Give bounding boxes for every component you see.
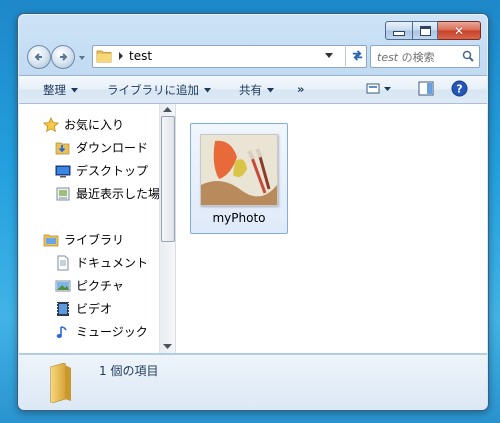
navigation-pane: お気に入り ダウンロード デスクトップ 最近表示した場 ライブラリ ドキュメント…: [19, 104, 159, 353]
maximize-icon: [419, 25, 431, 36]
photo-thumbnail: [200, 134, 278, 206]
nav-scrollbar[interactable]: [159, 104, 175, 353]
organize-button[interactable]: 整理: [43, 82, 78, 98]
nav-desktop-label: デスクトップ: [76, 164, 149, 178]
nav-favorites[interactable]: お気に入り: [43, 116, 124, 133]
details-pane: 1 個の項目: [19, 354, 487, 410]
forward-button[interactable]: [51, 45, 75, 69]
nav-videos-label: ビデオ: [76, 302, 113, 316]
nav-libraries[interactable]: ライブラリ: [43, 231, 124, 248]
search-box[interactable]: test の検索: [370, 45, 480, 68]
command-bar: 整理 ライブラリに追加 共有 » ?: [19, 75, 487, 104]
address-dropdown-icon[interactable]: [325, 53, 333, 59]
documents-icon: [57, 255, 69, 270]
content-area: お気に入り ダウンロード デスクトップ 最近表示した場 ライブラリ ドキュメント…: [19, 104, 487, 353]
forward-arrow-icon: [60, 53, 68, 61]
minimize-icon: [393, 31, 405, 36]
nav-videos[interactable]: ビデオ: [55, 300, 112, 317]
item-count: 1 個の項目: [99, 364, 159, 378]
nav-pictures[interactable]: ピクチャ: [55, 277, 124, 294]
nav-downloads[interactable]: ダウンロード: [55, 139, 148, 156]
videos-icon: [57, 301, 69, 316]
nav-recent-places-label: 最近表示した場所: [76, 187, 159, 201]
search-icon[interactable]: [462, 50, 474, 62]
pictures-icon: [55, 280, 71, 291]
file-name: myPhoto: [212, 211, 266, 225]
music-note-icon: [56, 325, 67, 338]
more-commands-label: »: [297, 82, 305, 96]
paint-brushes-image-icon: [201, 135, 277, 205]
chevron-down-icon: [71, 87, 78, 92]
back-button[interactable]: [27, 45, 51, 69]
recent-pages-chevron-icon[interactable]: [78, 54, 86, 62]
nav-documents-label: ドキュメント: [76, 256, 149, 270]
nav-documents[interactable]: ドキュメント: [55, 254, 148, 271]
file-item[interactable]: myPhoto: [190, 123, 288, 234]
preview-pane-icon: [418, 81, 434, 96]
libraries-icon: [43, 234, 59, 246]
share-button[interactable]: 共有: [239, 82, 274, 98]
nav-music[interactable]: ミュージック: [55, 323, 148, 340]
downloads-folder-icon: [55, 142, 70, 154]
star-icon: [43, 116, 59, 132]
address-bar[interactable]: test: [92, 45, 367, 68]
nav-desktop[interactable]: デスクトップ: [55, 162, 148, 179]
nav-pictures-label: ピクチャ: [76, 279, 124, 293]
scroll-down-icon[interactable]: [163, 344, 172, 350]
minimize-button[interactable]: [385, 21, 413, 40]
chevron-down-icon: [204, 87, 211, 92]
folder-icon: [96, 50, 112, 63]
scroll-thumb[interactable]: [161, 116, 175, 242]
maximize-button[interactable]: [413, 21, 438, 40]
help-button[interactable]: ?: [451, 80, 468, 101]
pane-splitter[interactable]: [175, 104, 176, 353]
nav-favorites-label: お気に入り: [64, 118, 125, 132]
preview-pane-button[interactable]: [418, 81, 434, 100]
svg-text:?: ?: [456, 83, 462, 96]
breadcrumb-chevron-icon[interactable]: [117, 51, 125, 61]
refresh-button[interactable]: [345, 45, 368, 66]
organize-label: 整理: [43, 83, 66, 97]
scroll-up-icon[interactable]: [163, 107, 172, 113]
view-options-icon: [366, 83, 391, 94]
explorer-window: ✕ test test の検索 整理 ライブラリに追加 共有 » ? お気に入り…: [17, 13, 489, 411]
nav-downloads-label: ダウンロード: [76, 141, 149, 155]
change-view-button[interactable]: [366, 81, 392, 100]
include-in-library-label: ライブラリに追加: [107, 83, 199, 97]
close-icon: ✕: [453, 23, 465, 38]
chevron-down-icon: [267, 87, 274, 92]
title-buttons: ✕: [385, 21, 481, 40]
help-icon: ?: [451, 80, 468, 97]
nav-music-label: ミュージック: [76, 325, 148, 339]
recent-places-icon: [56, 187, 70, 200]
share-label: 共有: [239, 83, 262, 97]
search-placeholder: test の検索: [377, 51, 435, 64]
nav-libraries-label: ライブラリ: [64, 233, 125, 247]
desktop-icon: [55, 165, 71, 177]
refresh-icon: [352, 50, 362, 61]
breadcrumb-current[interactable]: test: [129, 49, 152, 63]
nav-recent-places[interactable]: 最近表示した場所: [55, 185, 159, 202]
back-arrow-icon: [34, 53, 42, 61]
more-commands-button[interactable]: »: [297, 82, 304, 96]
close-button[interactable]: ✕: [438, 21, 481, 40]
include-in-library-button[interactable]: ライブラリに追加: [107, 82, 211, 98]
folder-icon: [50, 363, 71, 403]
